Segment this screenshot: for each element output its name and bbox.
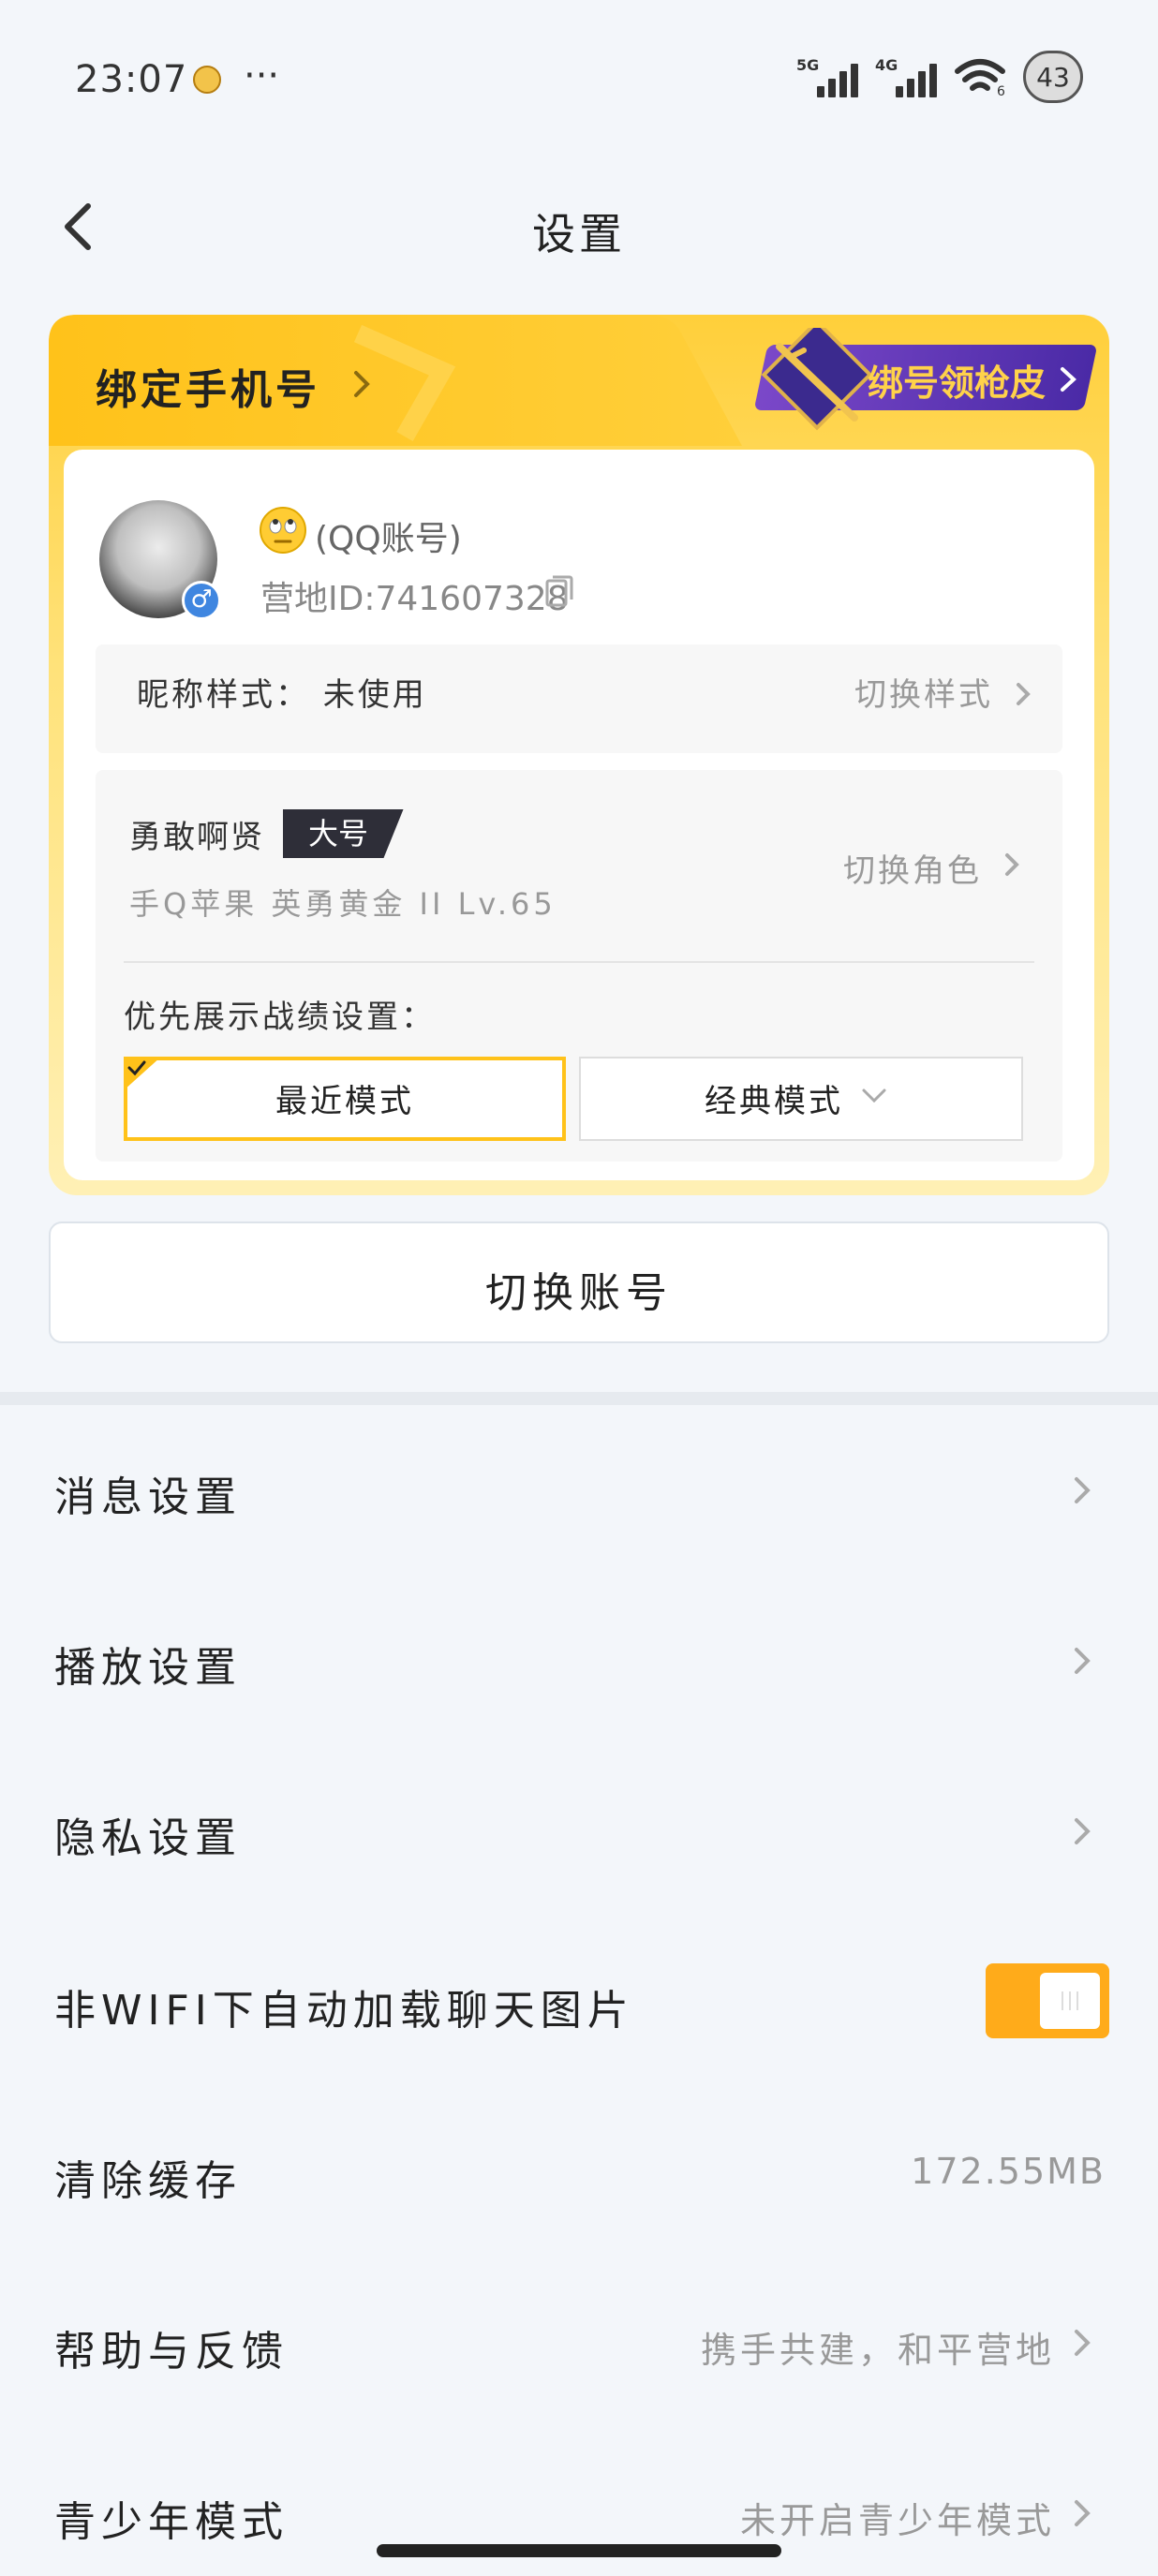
chevron-right-icon — [354, 371, 370, 397]
signal-4g-icon: 4G — [875, 56, 937, 97]
cache-size: 172.55MB — [911, 2151, 1106, 2192]
section-divider — [0, 1392, 1158, 1405]
gun-skin-icon — [761, 328, 873, 431]
svg-text:6: 6 — [997, 84, 1005, 97]
more-notifications-icon: ··· — [244, 54, 280, 97]
bind-phone-link[interactable]: 绑定手机号 — [96, 356, 320, 416]
privacy-settings-item[interactable]: 隐私设置 — [54, 1804, 242, 1864]
role-name: 勇敢啊贤 — [129, 819, 264, 856]
copy-icon[interactable] — [543, 573, 575, 609]
chevron-right-icon — [1005, 853, 1019, 876]
status-time: 23:07 — [75, 58, 188, 101]
classic-mode-label[interactable]: 经典模式 — [705, 1075, 843, 1121]
help-feedback-value: 携手共建，和平营地 — [700, 2330, 1055, 2371]
auto-load-images-item: 非WIFI下自动加载聊天图片 — [54, 1987, 634, 2035]
teen-mode-value: 未开启青少年模式 — [739, 2500, 1055, 2541]
chevron-right-icon — [1061, 367, 1076, 392]
message-settings-item[interactable]: 消息设置 — [54, 1463, 242, 1523]
camp-id: 营地ID:741607328 — [260, 580, 569, 618]
status-icons: 5G 4G 6 43 — [796, 51, 1083, 103]
chevron-right-icon — [1075, 2500, 1091, 2526]
role-server-rank: 手Q苹果 英勇黄金 II Lv.65 — [129, 886, 557, 922]
wifi-icon: 6 — [955, 59, 1005, 97]
switch-style-button[interactable]: 切换样式 — [854, 669, 993, 715]
account-type-label: (QQ账号) — [315, 520, 462, 558]
teen-mode-item[interactable]: 青少年模式 — [54, 2488, 289, 2548]
divider — [124, 961, 1034, 963]
male-gender-icon: ♂ — [182, 581, 221, 620]
chevron-right-icon — [1075, 2330, 1091, 2356]
eye-roll-emoji-icon — [260, 507, 306, 554]
chevron-right-icon — [1075, 1818, 1091, 1844]
toggle-grip-icon — [1062, 1991, 1078, 2010]
chevron-down-icon — [862, 1088, 886, 1103]
clear-cache-item[interactable]: 清除缓存 — [54, 2147, 242, 2207]
promo-label[interactable]: 绑号领枪皮 — [868, 354, 1046, 406]
playback-settings-item[interactable]: 播放设置 — [54, 1634, 242, 1694]
notification-app-icon — [193, 66, 221, 94]
signal-5g-icon: 5G — [796, 56, 858, 97]
chevron-right-icon — [1075, 1477, 1091, 1503]
chevron-right-icon — [1075, 1648, 1091, 1674]
battery-icon: 43 — [1023, 51, 1083, 103]
page-title: 设置 — [532, 209, 626, 259]
home-indicator[interactable] — [377, 2544, 781, 2557]
recent-mode-label[interactable]: 最近模式 — [124, 1075, 566, 1121]
record-display-pref-label: 优先展示战绩设置： — [124, 999, 436, 1036]
switch-role-button[interactable]: 切换角色 — [843, 845, 982, 891]
switch-account-label[interactable]: 切换账号 — [49, 1259, 1109, 1319]
nickname-style-label: 昵称样式： 未使用 — [137, 676, 427, 714]
help-feedback-item[interactable]: 帮助与反馈 — [54, 2317, 289, 2377]
chevron-right-icon — [1017, 683, 1031, 705]
